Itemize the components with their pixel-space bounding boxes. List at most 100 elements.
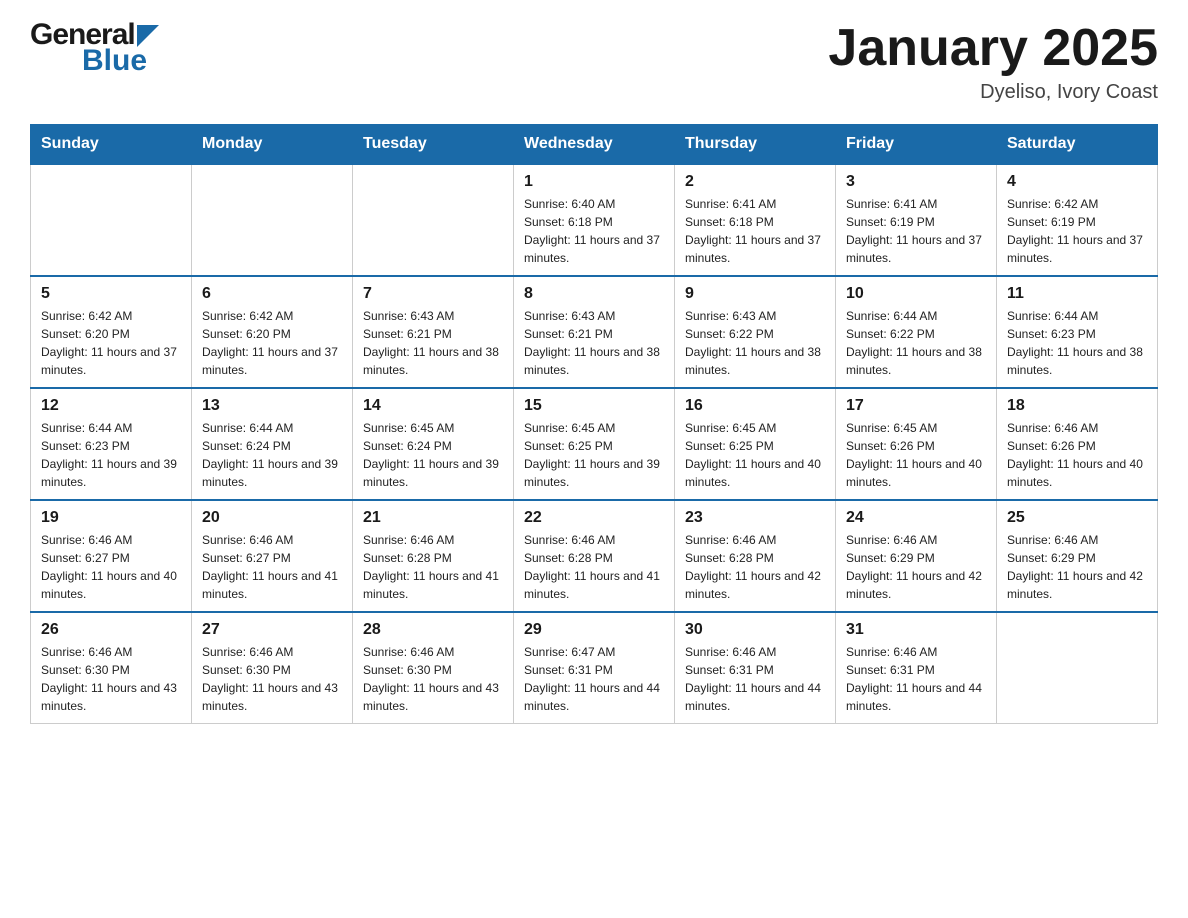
calendar-cell-w5-d5: 30 Sunrise: 6:46 AM Sunset: 6:31 PM Dayli… bbox=[675, 612, 836, 724]
col-header-sunday: Sunday bbox=[31, 125, 192, 165]
day-info: Sunrise: 6:45 AM Sunset: 6:26 PM Dayligh… bbox=[846, 419, 986, 491]
day-info: Sunrise: 6:43 AM Sunset: 6:21 PM Dayligh… bbox=[363, 307, 503, 379]
day-info: Sunrise: 6:42 AM Sunset: 6:20 PM Dayligh… bbox=[41, 307, 181, 379]
day-info: Sunrise: 6:46 AM Sunset: 6:29 PM Dayligh… bbox=[1007, 531, 1147, 603]
logo-blue-text: Blue bbox=[82, 44, 147, 77]
day-info: Sunrise: 6:43 AM Sunset: 6:21 PM Dayligh… bbox=[524, 307, 664, 379]
day-number: 6 bbox=[202, 285, 342, 303]
calendar-cell-w3-d3: 14 Sunrise: 6:45 AM Sunset: 6:24 PM Dayli… bbox=[353, 388, 514, 500]
day-number: 4 bbox=[1007, 173, 1147, 191]
day-number: 3 bbox=[846, 173, 986, 191]
calendar-cell-w2-d5: 9 Sunrise: 6:43 AM Sunset: 6:22 PM Daylig… bbox=[675, 276, 836, 388]
day-info: Sunrise: 6:44 AM Sunset: 6:23 PM Dayligh… bbox=[41, 419, 181, 491]
calendar-cell-w3-d7: 18Sunrise: 6:46 AM Sunset: 6:26 PM Dayli… bbox=[997, 388, 1158, 500]
calendar-subtitle: Dyeliso, Ivory Coast bbox=[828, 81, 1158, 104]
day-number: 29 bbox=[524, 621, 664, 639]
calendar-cell-w1-d4: 1Sunrise: 6:40 AM Sunset: 6:18 PM Daylig… bbox=[514, 164, 675, 276]
day-number: 25 bbox=[1007, 509, 1147, 527]
calendar-cell-w5-d2: 27 Sunrise: 6:46 AM Sunset: 6:30 PM Dayli… bbox=[192, 612, 353, 724]
calendar-cell-w1-d7: 4 Sunrise: 6:42 AM Sunset: 6:19 PM Daylig… bbox=[997, 164, 1158, 276]
day-number: 2 bbox=[685, 173, 825, 191]
day-number: 17 bbox=[846, 397, 986, 415]
day-info: Sunrise: 6:45 AM Sunset: 6:24 PM Dayligh… bbox=[363, 419, 503, 491]
day-number: 22 bbox=[524, 509, 664, 527]
day-number: 15 bbox=[524, 397, 664, 415]
day-number: 18 bbox=[1007, 397, 1147, 415]
day-number: 14 bbox=[363, 397, 503, 415]
calendar-week-4: 19 Sunrise: 6:46 AM Sunset: 6:27 PM Dayli… bbox=[31, 500, 1158, 612]
day-info: Sunrise: 6:44 AM Sunset: 6:24 PM Dayligh… bbox=[202, 419, 342, 491]
day-info: Sunrise: 6:45 AM Sunset: 6:25 PM Dayligh… bbox=[524, 419, 664, 491]
day-info: Sunrise: 6:43 AM Sunset: 6:22 PM Dayligh… bbox=[685, 307, 825, 379]
day-number: 16 bbox=[685, 397, 825, 415]
calendar-cell-w1-d5: 2 Sunrise: 6:41 AM Sunset: 6:18 PM Daylig… bbox=[675, 164, 836, 276]
day-number: 31 bbox=[846, 621, 986, 639]
calendar-cell-w5-d3: 28 Sunrise: 6:46 AM Sunset: 6:30 PM Dayli… bbox=[353, 612, 514, 724]
calendar-cell-w4-d3: 21Sunrise: 6:46 AM Sunset: 6:28 PM Dayli… bbox=[353, 500, 514, 612]
calendar-cell-w3-d4: 15 Sunrise: 6:45 AM Sunset: 6:25 PM Dayli… bbox=[514, 388, 675, 500]
day-info: Sunrise: 6:41 AM Sunset: 6:18 PM Dayligh… bbox=[685, 195, 825, 267]
day-info: Sunrise: 6:46 AM Sunset: 6:30 PM Dayligh… bbox=[41, 643, 181, 715]
calendar-cell-w1-d2 bbox=[192, 164, 353, 276]
day-info: Sunrise: 6:46 AM Sunset: 6:28 PM Dayligh… bbox=[685, 531, 825, 603]
calendar-cell-w1-d6: 3 Sunrise: 6:41 AM Sunset: 6:19 PM Daylig… bbox=[836, 164, 997, 276]
day-number: 30 bbox=[685, 621, 825, 639]
day-number: 7 bbox=[363, 285, 503, 303]
calendar-header-row: Sunday Monday Tuesday Wednesday Thursday… bbox=[31, 125, 1158, 165]
calendar-cell-w4-d6: 24 Sunrise: 6:46 AM Sunset: 6:29 PM Dayli… bbox=[836, 500, 997, 612]
calendar-cell-w2-d3: 7 Sunrise: 6:43 AM Sunset: 6:21 PM Daylig… bbox=[353, 276, 514, 388]
day-number: 21 bbox=[363, 509, 503, 527]
day-number: 12 bbox=[41, 397, 181, 415]
calendar-cell-w2-d6: 10Sunrise: 6:44 AM Sunset: 6:22 PM Dayli… bbox=[836, 276, 997, 388]
day-number: 13 bbox=[202, 397, 342, 415]
day-info: Sunrise: 6:46 AM Sunset: 6:31 PM Dayligh… bbox=[685, 643, 825, 715]
day-info: Sunrise: 6:46 AM Sunset: 6:29 PM Dayligh… bbox=[846, 531, 986, 603]
day-number: 27 bbox=[202, 621, 342, 639]
col-header-monday: Monday bbox=[192, 125, 353, 165]
day-number: 26 bbox=[41, 621, 181, 639]
calendar-week-5: 26 Sunrise: 6:46 AM Sunset: 6:30 PM Dayli… bbox=[31, 612, 1158, 724]
calendar-cell-w3-d6: 17 Sunrise: 6:45 AM Sunset: 6:26 PM Dayli… bbox=[836, 388, 997, 500]
day-info: Sunrise: 6:40 AM Sunset: 6:18 PM Dayligh… bbox=[524, 195, 664, 267]
day-number: 19 bbox=[41, 509, 181, 527]
calendar-cell-w3-d2: 13 Sunrise: 6:44 AM Sunset: 6:24 PM Dayli… bbox=[192, 388, 353, 500]
title-section: January 2025 Dyeliso, Ivory Coast bbox=[828, 20, 1158, 104]
page-header: General Blue January 2025 Dyeliso, Ivory… bbox=[30, 20, 1158, 104]
col-header-friday: Friday bbox=[836, 125, 997, 165]
day-info: Sunrise: 6:46 AM Sunset: 6:27 PM Dayligh… bbox=[202, 531, 342, 603]
col-header-wednesday: Wednesday bbox=[514, 125, 675, 165]
calendar-cell-w4-d4: 22Sunrise: 6:46 AM Sunset: 6:28 PM Dayli… bbox=[514, 500, 675, 612]
day-number: 5 bbox=[41, 285, 181, 303]
day-info: Sunrise: 6:47 AM Sunset: 6:31 PM Dayligh… bbox=[524, 643, 664, 715]
col-header-thursday: Thursday bbox=[675, 125, 836, 165]
calendar-cell-w4-d1: 19 Sunrise: 6:46 AM Sunset: 6:27 PM Dayli… bbox=[31, 500, 192, 612]
day-info: Sunrise: 6:45 AM Sunset: 6:25 PM Dayligh… bbox=[685, 419, 825, 491]
calendar-week-2: 5 Sunrise: 6:42 AM Sunset: 6:20 PM Daylig… bbox=[31, 276, 1158, 388]
day-info: Sunrise: 6:42 AM Sunset: 6:19 PM Dayligh… bbox=[1007, 195, 1147, 267]
day-info: Sunrise: 6:42 AM Sunset: 6:20 PM Dayligh… bbox=[202, 307, 342, 379]
day-number: 28 bbox=[363, 621, 503, 639]
calendar-week-1: 1Sunrise: 6:40 AM Sunset: 6:18 PM Daylig… bbox=[31, 164, 1158, 276]
day-info: Sunrise: 6:46 AM Sunset: 6:30 PM Dayligh… bbox=[202, 643, 342, 715]
calendar-title: January 2025 bbox=[828, 20, 1158, 77]
calendar-cell-w2-d4: 8Sunrise: 6:43 AM Sunset: 6:21 PM Daylig… bbox=[514, 276, 675, 388]
calendar-cell-w1-d1 bbox=[31, 164, 192, 276]
calendar-table: Sunday Monday Tuesday Wednesday Thursday… bbox=[30, 124, 1158, 724]
calendar-cell-w4-d7: 25 Sunrise: 6:46 AM Sunset: 6:29 PM Dayli… bbox=[997, 500, 1158, 612]
day-info: Sunrise: 6:46 AM Sunset: 6:30 PM Dayligh… bbox=[363, 643, 503, 715]
day-info: Sunrise: 6:41 AM Sunset: 6:19 PM Dayligh… bbox=[846, 195, 986, 267]
day-number: 11 bbox=[1007, 285, 1147, 303]
calendar-cell-w2-d1: 5 Sunrise: 6:42 AM Sunset: 6:20 PM Daylig… bbox=[31, 276, 192, 388]
calendar-cell-w1-d3 bbox=[353, 164, 514, 276]
calendar-cell-w3-d1: 12 Sunrise: 6:44 AM Sunset: 6:23 PM Dayli… bbox=[31, 388, 192, 500]
day-number: 10 bbox=[846, 285, 986, 303]
col-header-saturday: Saturday bbox=[997, 125, 1158, 165]
calendar-cell-w2-d7: 11Sunrise: 6:44 AM Sunset: 6:23 PM Dayli… bbox=[997, 276, 1158, 388]
calendar-cell-w3-d5: 16 Sunrise: 6:45 AM Sunset: 6:25 PM Dayli… bbox=[675, 388, 836, 500]
calendar-cell-w4-d2: 20Sunrise: 6:46 AM Sunset: 6:27 PM Dayli… bbox=[192, 500, 353, 612]
calendar-cell-w5-d6: 31Sunrise: 6:46 AM Sunset: 6:31 PM Dayli… bbox=[836, 612, 997, 724]
day-info: Sunrise: 6:46 AM Sunset: 6:27 PM Dayligh… bbox=[41, 531, 181, 603]
day-number: 24 bbox=[846, 509, 986, 527]
day-number: 9 bbox=[685, 285, 825, 303]
calendar-cell-w5-d4: 29 Sunrise: 6:47 AM Sunset: 6:31 PM Dayli… bbox=[514, 612, 675, 724]
